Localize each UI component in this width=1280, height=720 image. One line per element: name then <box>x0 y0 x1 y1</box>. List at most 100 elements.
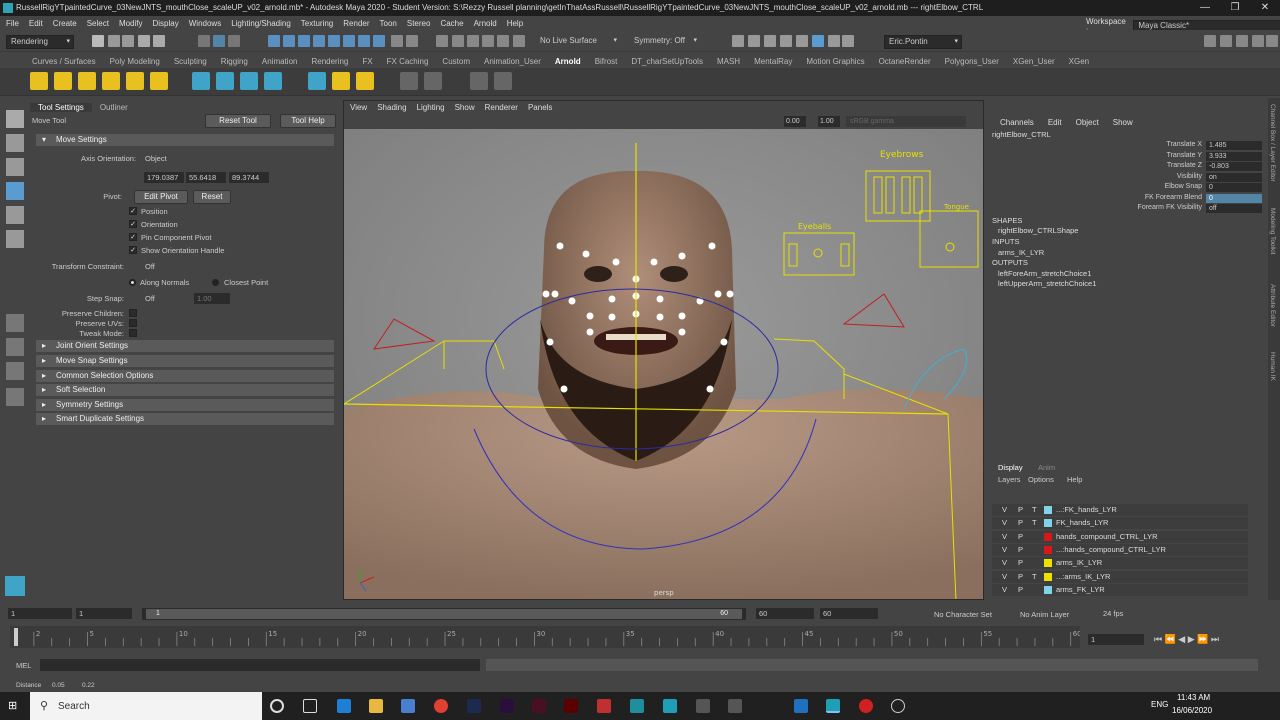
persp-graph-layout-icon[interactable] <box>6 388 24 406</box>
viewport-menu-view[interactable]: View <box>350 103 367 112</box>
shelf-tab-rendering[interactable]: Rendering <box>311 57 348 66</box>
layer-playback-toggle[interactable]: P <box>1018 557 1023 569</box>
preserve-uvs-checkbox[interactable] <box>129 319 137 327</box>
select-component-icon[interactable] <box>228 35 240 47</box>
section-soft-selection[interactable]: Soft Selection <box>36 384 334 396</box>
closest-point-radio[interactable] <box>212 279 219 286</box>
redo-icon[interactable] <box>153 35 165 47</box>
layer-visible-toggle[interactable]: V <box>1002 544 1007 556</box>
layer-menu-layers[interactable]: Layers <box>998 475 1021 484</box>
layer-visible-toggle[interactable]: V <box>1002 531 1007 543</box>
channel-value[interactable]: 0 <box>1206 194 1262 203</box>
range-slider-bar[interactable]: 1 60 <box>146 609 742 619</box>
calculator-icon[interactable] <box>696 699 710 713</box>
axis-orientation-dropdown[interactable]: Object <box>142 153 266 164</box>
reset-tool-button[interactable]: Reset Tool <box>205 114 271 128</box>
light-portal-icon[interactable] <box>126 72 144 90</box>
output-node-name[interactable]: leftUpperArm_stretchChoice1 <box>998 279 1096 288</box>
unknown-app-icon[interactable] <box>728 699 742 713</box>
shelf-tab-mentalray[interactable]: MentalRay <box>754 57 792 66</box>
snap-projected-center-icon[interactable] <box>482 35 494 47</box>
flush-textures-icon[interactable] <box>308 72 326 90</box>
along-normals-radio[interactable] <box>129 279 136 286</box>
range-slider[interactable]: 1 60 <box>142 608 746 620</box>
shelf-tab-polygons-user[interactable]: Polygons_User <box>945 57 999 66</box>
section-smart-duplicate-settings[interactable]: Smart Duplicate Settings <box>36 413 334 425</box>
current-time-marker[interactable] <box>14 628 18 646</box>
make-live-icon[interactable] <box>513 35 525 47</box>
symmetry-dropdown[interactable]: Symmetry: Off <box>630 35 700 49</box>
viewport-menu-panels[interactable]: Panels <box>528 103 552 112</box>
maya-active-icon[interactable] <box>826 699 840 713</box>
shelf-tab-xgen[interactable]: XGen <box>1069 57 1089 66</box>
viewport-menu-shading[interactable]: Shading <box>377 103 406 112</box>
channels-menu-object[interactable]: Object <box>1076 118 1099 127</box>
shelf-tab-curves-surfaces[interactable]: Curves / Surfaces <box>32 57 96 66</box>
menu-lighting-shading[interactable]: Lighting/Shading <box>231 19 291 28</box>
chrome-icon[interactable] <box>434 699 448 713</box>
layer-visible-toggle[interactable]: V <box>1002 571 1007 583</box>
layer-visible-toggle[interactable]: V <box>1002 557 1007 569</box>
menu-windows[interactable]: Windows <box>189 19 221 28</box>
shelf-tab-xgen-user[interactable]: XGen_User <box>1013 57 1055 66</box>
layer-row[interactable]: V P T ...:arms_IK_LYR <box>992 571 1248 583</box>
range-start-field[interactable]: 1 <box>8 608 72 619</box>
layer-playback-toggle[interactable]: P <box>1018 531 1023 543</box>
shelf-tab-octanerender[interactable]: OctaneRender <box>879 57 931 66</box>
select-by-handle-icon[interactable] <box>268 35 280 47</box>
shelf-tab-custom[interactable]: Custom <box>442 57 470 66</box>
lock-selection-icon[interactable] <box>391 35 403 47</box>
show-orientation-handle-checkbox[interactable]: ✓ <box>129 246 137 254</box>
panel-layout-icon[interactable] <box>1204 35 1216 47</box>
3dsmax-icon[interactable] <box>630 699 644 713</box>
channel-row[interactable]: Visibility on <box>988 173 1264 183</box>
select-by-curve-icon[interactable] <box>298 35 310 47</box>
flush-quad-lights-icon[interactable] <box>356 72 374 90</box>
snap-point-icon[interactable] <box>467 35 479 47</box>
layer-playback-toggle[interactable]: P <box>1018 517 1023 529</box>
shelf-tab-sculpting[interactable]: Sculpting <box>174 57 207 66</box>
layer-type-toggle[interactable]: T <box>1032 571 1037 583</box>
axis-value-x[interactable]: 179.0387 <box>144 172 184 183</box>
menu-edit[interactable]: Edit <box>29 19 43 28</box>
channel-row[interactable]: FK Forearm Blend 0 <box>988 194 1264 204</box>
tool-help-button[interactable]: Tool Help <box>280 114 336 128</box>
input-node-name[interactable]: arms_IK_LYR <box>998 248 1044 257</box>
layer-playback-toggle[interactable]: P <box>1018 544 1023 556</box>
language-indicator[interactable]: ENG <box>1151 700 1168 709</box>
shelf-tab-bifrost[interactable]: Bifrost <box>595 57 618 66</box>
area-light-icon[interactable] <box>54 72 72 90</box>
tool-settings-toggle-icon[interactable] <box>1236 35 1248 47</box>
snap-view-plane-icon[interactable] <box>497 35 509 47</box>
fps-dropdown[interactable]: 24 fps <box>1100 608 1162 619</box>
move-tool-icon[interactable] <box>6 182 24 200</box>
viewport-menu-show[interactable]: Show <box>455 103 475 112</box>
select-tool-icon[interactable] <box>6 110 24 128</box>
select-by-joint-icon[interactable] <box>283 35 295 47</box>
character-set-dropdown[interactable]: No Character Set <box>934 610 992 619</box>
render-frame-icon[interactable] <box>732 35 744 47</box>
menu-create[interactable]: Create <box>53 19 77 28</box>
shelf-tab-animation[interactable]: Animation <box>262 57 298 66</box>
file-explorer-icon[interactable] <box>369 699 383 713</box>
layer-row[interactable]: V Parms_IK_LYR <box>992 557 1248 569</box>
restore-button[interactable]: ❐ <box>1220 0 1250 16</box>
layer-row[interactable]: V P T ...:FK_hands_LYR <box>992 504 1248 516</box>
section-symmetry-settings[interactable]: Symmetry Settings <box>36 399 334 411</box>
obs-icon[interactable] <box>891 699 905 713</box>
task-view-icon[interactable] <box>303 699 317 713</box>
user-login-dropdown[interactable]: Eric.Pontin <box>884 35 962 49</box>
windows-start-icon[interactable]: ⊞ <box>8 700 20 712</box>
layer-row[interactable]: V Phands_compound_CTRL_LYR <box>992 531 1248 543</box>
shelf-tab-animation-user[interactable]: Animation_User <box>484 57 541 66</box>
layer-visible-toggle[interactable]: V <box>1002 517 1007 529</box>
export-standin-icon[interactable] <box>264 72 282 90</box>
open-scene-icon[interactable] <box>108 35 120 47</box>
screen-recorder-icon[interactable] <box>859 699 873 713</box>
menu-modify[interactable]: Modify <box>119 19 143 28</box>
exposure-field[interactable]: 0.00 <box>784 116 806 127</box>
layer-visible-toggle[interactable]: V <box>1002 584 1007 596</box>
layer-color-swatch[interactable] <box>1044 506 1052 514</box>
layer-tab-display[interactable]: Display <box>998 463 1023 472</box>
preserve-children-checkbox[interactable] <box>129 309 137 317</box>
